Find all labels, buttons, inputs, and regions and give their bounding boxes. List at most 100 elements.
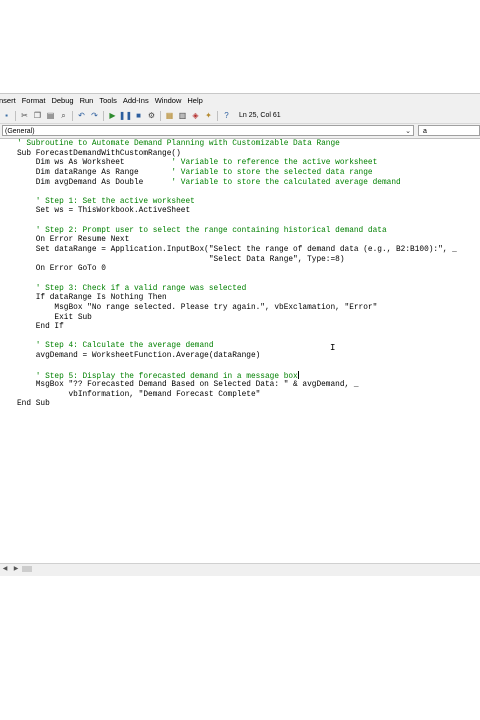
code-line[interactable] <box>17 362 457 372</box>
menu-insert[interactable]: nsert <box>0 94 19 108</box>
code-line[interactable]: Dim ws As Worksheet ' Variable to refere… <box>17 159 457 169</box>
code-statement: vbInformation, "Demand Forecast Complete… <box>17 390 261 399</box>
code-line[interactable]: ' Step 1: Set the active worksheet <box>17 198 457 208</box>
reset-icon[interactable]: ■ <box>134 111 143 120</box>
ibeam-cursor-icon: I <box>330 343 336 353</box>
find-icon[interactable]: ⌕ <box>59 111 68 120</box>
code-comment: ' Step 1: Set the active worksheet <box>17 197 195 206</box>
help-icon[interactable]: ? <box>222 111 231 120</box>
toolbar-separator <box>103 110 104 121</box>
procedure-dropdown-value: a <box>423 128 427 135</box>
break-icon[interactable]: ❚❚ <box>119 111 132 120</box>
horizontal-scrollbar[interactable]: ◀ ▶ <box>0 563 480 574</box>
code-statement: Dim dataRange As Range <box>17 168 172 177</box>
toolbar-separator <box>15 110 16 121</box>
code-statement: If dataRange Is Nothing Then <box>17 294 167 303</box>
code-line[interactable]: End If <box>17 323 457 333</box>
procedure-dropdown[interactable]: a <box>418 125 480 136</box>
code-line[interactable] <box>17 275 457 285</box>
code-line[interactable]: avgDemand = WorksheetFunction.Average(da… <box>17 352 457 362</box>
code-statement: MsgBox "No range selected. Please try ag… <box>17 303 378 312</box>
code-line[interactable]: Exit Sub <box>17 314 457 324</box>
standard-toolbar: ▪ ✂ ❐ ▤ ⌕ ↶ ↷ ▶ ❚❚ ■ ⚙ ▦ ▥ ◈ ✦ ? Ln 25, … <box>0 108 480 124</box>
menu-help[interactable]: Help <box>184 94 205 108</box>
redo-icon[interactable]: ↷ <box>90 111 99 120</box>
code-line[interactable]: Set dataRange = Application.InputBox("Se… <box>17 246 457 256</box>
code-statement: End If <box>17 323 64 332</box>
code-statement: Exit Sub <box>17 313 92 322</box>
video-letterbox-bottom <box>0 576 480 720</box>
code-line[interactable] <box>17 333 457 343</box>
scroll-right-icon[interactable]: ▶ <box>11 564 21 574</box>
toolbar-separator <box>72 110 73 121</box>
code-statement: On Error Resume Next <box>17 236 130 245</box>
code-line[interactable]: On Error Resume Next <box>17 236 457 246</box>
code-statement: Sub ForecastDemandWithCustomRange() <box>17 149 181 158</box>
code-comment: ' Step 4: Calculate the average demand <box>17 342 214 351</box>
save-icon[interactable]: ▪ <box>2 111 11 120</box>
code-line[interactable]: vbInformation, "Demand Forecast Complete… <box>17 391 457 401</box>
menu-debug[interactable]: Debug <box>48 94 76 108</box>
code-line[interactable]: ' Subroutine to Automate Demand Planning… <box>17 140 457 150</box>
code-line[interactable]: If dataRange Is Nothing Then <box>17 294 457 304</box>
code-line[interactable]: On Error GoTo 0 <box>17 265 457 275</box>
code-statement: End Sub <box>17 400 50 409</box>
code-line[interactable] <box>17 188 457 198</box>
code-statement: avgDemand = WorksheetFunction.Average(da… <box>17 352 261 361</box>
code-statement: Dim avgDemand As Double <box>17 178 172 187</box>
code-statement: On Error GoTo 0 <box>17 265 106 274</box>
text-caret <box>297 371 299 380</box>
copy-icon[interactable]: ❐ <box>33 111 42 120</box>
code-line[interactable]: "Select Data Range", Type:=8) <box>17 256 457 266</box>
paste-icon[interactable]: ▤ <box>46 111 55 120</box>
code-statement: MsgBox "?? Forecasted Demand Based on Se… <box>17 381 359 390</box>
toolbar-separator <box>160 110 161 121</box>
cut-icon[interactable]: ✂ <box>20 111 29 120</box>
menu-run[interactable]: Run <box>77 94 97 108</box>
vba-editor-window: nsert Format Debug Run Tools Add-Ins Win… <box>0 93 480 577</box>
code-window-dropdowns: (General) ⌄ a <box>0 125 480 137</box>
cursor-position-status: Ln 25, Col 61 <box>239 112 281 119</box>
code-line[interactable]: Sub ForecastDemandWithCustomRange() <box>17 150 457 160</box>
code-line[interactable]: Set ws = ThisWorkbook.ActiveSheet <box>17 207 457 217</box>
object-browser-icon[interactable]: ◈ <box>191 111 200 120</box>
object-dropdown[interactable]: (General) ⌄ <box>2 125 414 136</box>
code-line[interactable]: ' Step 3: Check if a valid range was sel… <box>17 285 457 295</box>
code-line[interactable]: End Sub <box>17 400 457 410</box>
code-editor[interactable]: ' Subroutine to Automate Demand Planning… <box>0 138 480 563</box>
code-statement: "Select Data Range", Type:=8) <box>17 255 345 264</box>
code-line[interactable]: MsgBox "?? Forecasted Demand Based on Se… <box>17 381 457 391</box>
menu-bar: nsert Format Debug Run Tools Add-Ins Win… <box>0 94 480 108</box>
code-line[interactable] <box>17 217 457 227</box>
menu-window[interactable]: Window <box>152 94 185 108</box>
properties-icon[interactable]: ▥ <box>178 111 187 120</box>
project-explorer-icon[interactable]: ▦ <box>165 111 174 120</box>
code-comment: ' Variable to store the calculated avera… <box>171 178 401 187</box>
menu-add-ins[interactable]: Add-Ins <box>120 94 152 108</box>
code-line[interactable]: ' Step 5: Display the forecasted demand … <box>17 371 457 381</box>
toolbox-icon[interactable]: ✦ <box>204 111 213 120</box>
chevron-down-icon[interactable]: ⌄ <box>405 126 411 137</box>
run-icon[interactable]: ▶ <box>108 111 117 120</box>
code-line[interactable]: MsgBox "No range selected. Please try ag… <box>17 304 457 314</box>
code-text[interactable]: ' Subroutine to Automate Demand Planning… <box>17 140 457 410</box>
undo-icon[interactable]: ↶ <box>77 111 86 120</box>
scrollbar-thumb[interactable] <box>22 566 32 572</box>
code-statement: Dim ws As Worksheet <box>17 159 172 168</box>
code-statement: Set ws = ThisWorkbook.ActiveSheet <box>17 207 191 216</box>
design-mode-icon[interactable]: ⚙ <box>147 111 156 120</box>
code-comment: ' Variable to reference the active works… <box>171 159 378 168</box>
code-line[interactable]: ' Step 4: Calculate the average demand <box>17 342 457 352</box>
code-comment: ' Subroutine to Automate Demand Planning… <box>17 140 340 148</box>
scroll-left-icon[interactable]: ◀ <box>0 564 10 574</box>
menu-format[interactable]: Format <box>19 94 49 108</box>
code-statement: Set dataRange = Application.InputBox("Se… <box>17 246 457 255</box>
code-line[interactable]: ' Step 2: Prompt user to select the rang… <box>17 227 457 237</box>
code-line[interactable]: Dim avgDemand As Double ' Variable to st… <box>17 179 457 189</box>
code-line[interactable]: Dim dataRange As Range ' Variable to sto… <box>17 169 457 179</box>
video-letterbox-top <box>0 0 480 93</box>
code-comment: ' Variable to store the selected data ra… <box>171 168 373 177</box>
toolbar-separator <box>217 110 218 121</box>
menu-tools[interactable]: Tools <box>96 94 120 108</box>
code-comment: ' Step 2: Prompt user to select the rang… <box>17 226 387 235</box>
